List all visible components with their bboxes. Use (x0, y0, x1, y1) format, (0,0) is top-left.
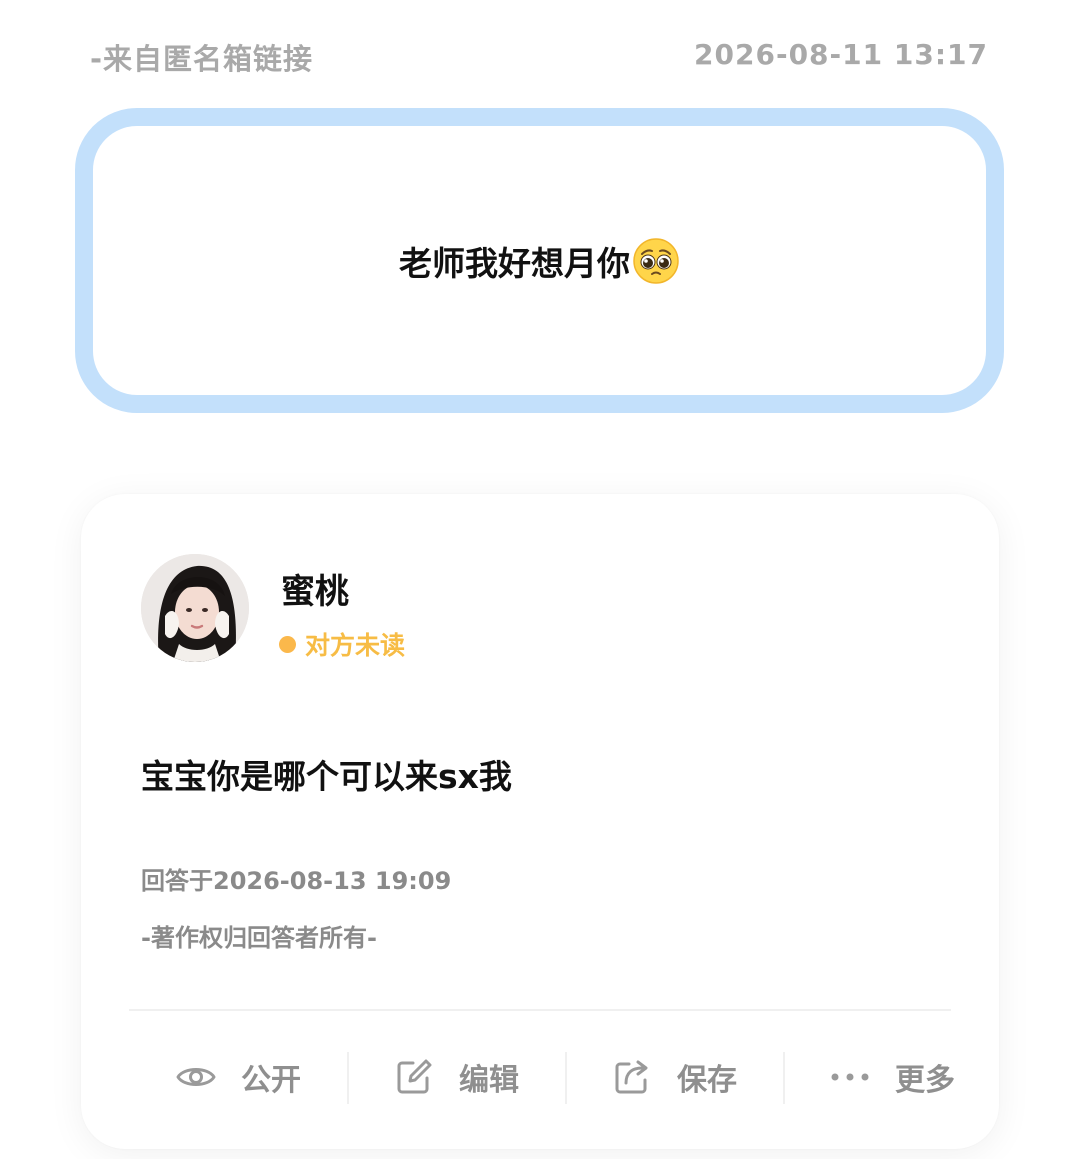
action-bar: 公开 编辑 保存 更多 (129, 1042, 1001, 1112)
question-meta-row: -来自匿名箱链接 2026-08-11 13:17 (0, 0, 1080, 110)
public-button[interactable]: 公开 (129, 1042, 347, 1112)
question-text: 老师我好想月你 (399, 243, 630, 283)
answerer-name[interactable]: 蜜桃 (281, 564, 349, 613)
edit-label: 编辑 (459, 1063, 519, 1098)
edit-icon (393, 1056, 435, 1098)
save-button[interactable]: 保存 (565, 1042, 783, 1112)
status-dot-icon (279, 635, 296, 653)
pleading-face-emoji-icon (632, 237, 680, 285)
answer-card: 蜜桃 对方未读 宝宝你是哪个可以来sx我 回答于2026-08-13 19:09… (81, 494, 999, 1149)
share-icon (611, 1056, 653, 1098)
answer-timestamp: 回答于2026-08-13 19:09 (141, 867, 452, 895)
public-label: 公开 (241, 1063, 301, 1098)
avatar[interactable] (141, 554, 249, 662)
question-source: -来自匿名箱链接 (90, 42, 314, 76)
question-card: 老师我好想月你 (75, 108, 1004, 413)
question-text-line: 老师我好想月你 (399, 237, 680, 285)
read-status: 对方未读 (279, 626, 405, 662)
save-label: 保存 (677, 1063, 737, 1098)
divider (129, 1009, 951, 1011)
more-label: 更多 (895, 1063, 955, 1098)
answer-text: 宝宝你是哪个可以来sx我 (141, 757, 512, 796)
read-status-label: 对方未读 (305, 631, 406, 660)
more-icon (829, 1056, 871, 1098)
eye-icon (175, 1056, 217, 1098)
edit-button[interactable]: 编辑 (347, 1042, 565, 1112)
copyright-notice: -著作权归回答者所有- (141, 924, 377, 952)
more-button[interactable]: 更多 (783, 1042, 1001, 1112)
question-timestamp: 2026-08-11 13:17 (694, 38, 988, 71)
